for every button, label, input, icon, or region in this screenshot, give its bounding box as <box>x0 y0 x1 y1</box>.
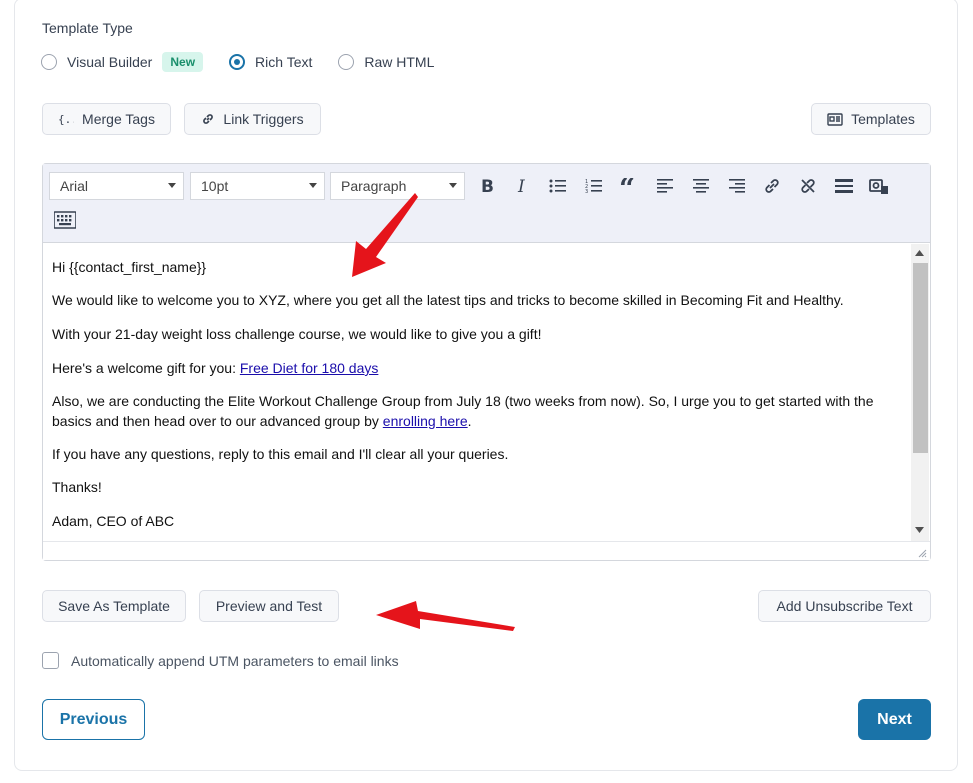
template-type-options: Visual Builder New Rich Text Raw HTML <box>41 51 434 73</box>
annotation-arrow-icon <box>376 601 515 631</box>
gift-link-prefix: Here's a welcome gift for you: <box>52 360 240 376</box>
add-unsubscribe-text-button[interactable]: Add Unsubscribe Text <box>758 590 931 622</box>
font-family-value: Arial <box>60 178 89 194</box>
preview-and-test-label: Preview and Test <box>215 598 323 614</box>
editor-status-bar <box>43 541 930 560</box>
font-family-select[interactable]: Arial <box>49 172 184 200</box>
challenge-suffix: . <box>467 413 472 429</box>
resize-handle-icon[interactable] <box>917 548 927 558</box>
scroll-up-icon[interactable] <box>915 250 924 256</box>
radio-raw-html-label: Raw HTML <box>364 54 435 70</box>
rich-text-editor: Arial 10pt Paragraph B I 123 “ <box>42 163 931 561</box>
radio-rich-text-circle[interactable] <box>229 54 246 70</box>
paragraph-gift: With your 21-day weight loss challenge c… <box>52 326 542 342</box>
link-icon <box>201 112 215 126</box>
free-diet-link[interactable]: Free Diet for 180 days <box>240 360 379 376</box>
save-as-template-label: Save As Template <box>58 598 170 614</box>
align-center-icon[interactable] <box>689 174 713 198</box>
svg-text:I: I <box>517 177 525 195</box>
merge-tags-icon: {..} <box>58 113 74 125</box>
bold-icon[interactable]: B <box>475 174 499 198</box>
editor-scrollbar[interactable] <box>911 244 929 544</box>
utm-checkbox[interactable] <box>42 652 59 669</box>
utm-label: Automatically append UTM parameters to e… <box>71 652 399 669</box>
svg-text:3: 3 <box>585 189 588 194</box>
svg-text:{..}: {..} <box>58 113 74 125</box>
new-badge: New <box>162 52 204 72</box>
link-triggers-button[interactable]: Link Triggers <box>184 103 321 135</box>
next-button[interactable]: Next <box>858 699 931 740</box>
chevron-down-icon <box>309 183 317 188</box>
paragraph-challenge: Also, we are conducting the Elite Workou… <box>52 391 902 431</box>
greeting-line: Hi {{contact_first_name}} <box>52 259 207 275</box>
keyboard-icon[interactable] <box>53 208 77 232</box>
radio-rich-text[interactable]: Rich Text <box>229 54 312 70</box>
signature-line: Adam, CEO of ABC <box>52 513 175 529</box>
merge-tags-label: Merge Tags <box>82 111 155 127</box>
numbered-list-icon[interactable]: 123 <box>582 174 606 198</box>
font-size-value: 10pt <box>201 178 229 194</box>
scroll-down-icon[interactable] <box>915 527 924 533</box>
utm-option[interactable]: Automatically append UTM parameters to e… <box>42 652 399 669</box>
enrolling-here-link[interactable]: enrolling here <box>383 413 468 429</box>
radio-rich-text-label: Rich Text <box>255 54 313 70</box>
bullet-list-icon[interactable] <box>546 174 570 198</box>
radio-raw-html[interactable]: Raw HTML <box>338 54 434 70</box>
link-icon[interactable] <box>760 174 784 198</box>
unlink-icon[interactable] <box>796 174 820 198</box>
annotation-arrow-icon <box>352 193 418 277</box>
font-size-select[interactable]: 10pt <box>190 172 325 200</box>
chevron-down-icon <box>168 183 176 188</box>
editor-toolbar: Arial 10pt Paragraph B I 123 “ <box>43 164 930 243</box>
svg-text:“: “ <box>619 178 635 194</box>
image-icon[interactable] <box>867 174 891 198</box>
chevron-down-icon <box>449 183 457 188</box>
align-right-icon[interactable] <box>725 174 749 198</box>
radio-visual-builder[interactable]: Visual Builder New <box>41 52 204 72</box>
save-as-template-button[interactable]: Save As Template <box>42 590 186 622</box>
previous-button[interactable]: Previous <box>42 699 145 740</box>
paragraph-questions: If you have any questions, reply to this… <box>52 446 509 462</box>
svg-text:B: B <box>481 177 494 195</box>
templates-label: Templates <box>851 111 915 127</box>
radio-visual-builder-circle[interactable] <box>41 54 57 70</box>
align-left-icon[interactable] <box>653 174 677 198</box>
templates-button[interactable]: Templates <box>811 103 931 135</box>
italic-icon[interactable]: I <box>510 174 534 198</box>
horizontal-rule-icon[interactable] <box>832 174 856 198</box>
merge-tags-button[interactable]: {..} Merge Tags <box>42 103 171 135</box>
paragraph-welcome: We would like to welcome you to XYZ, whe… <box>52 292 844 308</box>
preview-and-test-button[interactable]: Preview and Test <box>199 590 339 622</box>
add-unsubscribe-label: Add Unsubscribe Text <box>776 598 913 614</box>
paragraph-gift-link: Here's a welcome gift for you: Free Diet… <box>52 358 902 378</box>
link-triggers-label: Link Triggers <box>223 111 304 127</box>
paragraph-thanks: Thanks! <box>52 479 102 495</box>
templates-icon <box>827 112 843 126</box>
radio-raw-html-circle[interactable] <box>338 54 355 70</box>
blockquote-icon[interactable]: “ <box>617 174 641 198</box>
radio-visual-builder-label: Visual Builder <box>67 54 153 70</box>
template-type-label: Template Type <box>42 20 133 36</box>
scroll-thumb[interactable] <box>913 263 928 453</box>
